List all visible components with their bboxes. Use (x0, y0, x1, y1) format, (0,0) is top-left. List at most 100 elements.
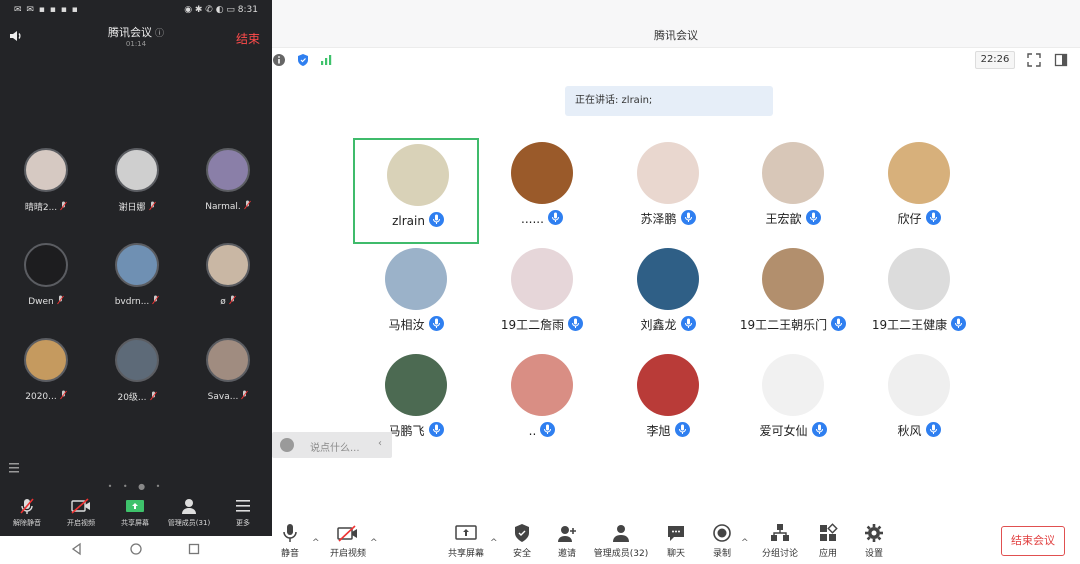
active-speaker-tile[interactable]: zlrain (353, 138, 479, 244)
phone-participant-tile[interactable]: ø (183, 235, 272, 315)
avatar (385, 354, 447, 416)
participant-name: 王宏歆 (730, 210, 856, 227)
phone-participant-tile[interactable]: Dwen (1, 235, 91, 315)
participant-tile[interactable]: 秋风 (856, 350, 982, 456)
phone-end-button[interactable]: 结束 (236, 30, 260, 47)
chat-input-bubble[interactable]: 说点什么... ‹ (272, 432, 392, 458)
end-meeting-button[interactable]: 结束会议 (1001, 526, 1065, 556)
participant-tile[interactable]: .. (479, 350, 605, 456)
participant-tile[interactable]: 19工二王健康 (856, 244, 982, 350)
start-video-button[interactable]: 开启视频 (328, 522, 368, 562)
avatar (511, 354, 573, 416)
desktop-meeting-window: 腾讯会议 22:26 正在讲话: zlrain; zlrain...... 苏泽鹏… (272, 0, 1080, 564)
mic-status-icon (428, 316, 444, 331)
menu-icon (236, 500, 250, 512)
share-screen-label: 共享屏幕 (447, 549, 484, 559)
mic-status-icon (428, 422, 444, 437)
page-indicator[interactable]: • • ● • (0, 482, 272, 491)
mic-muted-icon (149, 391, 157, 401)
list-icon[interactable] (6, 460, 22, 476)
signal-icon[interactable] (319, 53, 333, 67)
home-nav-icon[interactable] (129, 542, 143, 556)
shield-icon[interactable] (296, 53, 310, 67)
mic-muted-icon (152, 295, 160, 305)
avatar (762, 354, 824, 416)
more-button[interactable]: 更多 (216, 494, 270, 534)
manage-members-button[interactable]: 管理成员(31) (162, 494, 216, 534)
mute-label: 静音 (280, 549, 299, 559)
info-icon[interactable]: ⓘ (155, 29, 164, 39)
unmute-label: 解除静音 (13, 519, 41, 527)
apps-button[interactable]: 应用 (814, 522, 842, 562)
collapse-chat-icon[interactable]: ‹ (378, 438, 382, 449)
participant-name-text: 19工二王健康 (871, 318, 948, 332)
mute-options-caret[interactable]: ^ (312, 538, 320, 548)
manage-members-button[interactable]: 管理成员(32) (592, 522, 650, 562)
android-nav-bar (0, 536, 272, 564)
avatar (511, 248, 573, 310)
phone-participant-tile[interactable]: bvdrn... (92, 235, 182, 315)
participant-name-text: Dwen (28, 297, 54, 307)
phone-participant-tile[interactable]: Narmal. (183, 140, 272, 220)
emoji-icon[interactable] (280, 438, 294, 452)
participant-tile[interactable]: 马相汝 (353, 244, 479, 350)
invite-button[interactable]: 邀请 (552, 522, 582, 562)
back-nav-icon[interactable] (70, 542, 84, 556)
participant-name-text: 爱可女仙 (759, 424, 808, 438)
chat-button[interactable]: 聊天 (662, 522, 690, 562)
participant-name: .. (479, 422, 605, 438)
video-options-caret[interactable]: ^ (370, 538, 378, 548)
avatar (206, 243, 250, 287)
participant-name: ø (183, 295, 272, 307)
participant-tile[interactable]: 欣仔 (856, 138, 982, 244)
participant-tile[interactable]: 刘鑫龙 (605, 244, 731, 350)
participant-name-text: ...... (521, 212, 544, 226)
participant-name: Sava... (183, 390, 272, 402)
chat-placeholder: 说点什么... (310, 443, 360, 454)
phone-participant-tile[interactable]: 20级... (92, 330, 182, 410)
mic-icon (283, 524, 297, 542)
participant-tile[interactable]: 19工二王朝乐门 (730, 244, 856, 350)
avatar (637, 248, 699, 310)
share-options-caret[interactable]: ^ (490, 538, 498, 548)
avatar (115, 148, 159, 192)
participant-tile[interactable]: 苏泽鹏 (605, 138, 731, 244)
record-options-caret[interactable]: ^ (741, 538, 749, 548)
participant-name-text: 马鹏飞 (388, 424, 425, 438)
breakout-button[interactable]: 分组讨论 (758, 522, 802, 562)
avatar (206, 148, 250, 192)
sidebar-toggle-icon[interactable] (1054, 53, 1068, 67)
phone-participant-tile[interactable]: Sava... (183, 330, 272, 410)
recents-nav-icon[interactable] (187, 542, 201, 556)
mic-muted-icon (241, 390, 249, 400)
settings-button[interactable]: 设置 (860, 522, 888, 562)
participant-tile[interactable]: 19工二詹雨 (479, 244, 605, 350)
start-video-label: 开启视频 (329, 549, 366, 559)
participant-tile[interactable]: 王宏歆 (730, 138, 856, 244)
share-screen-icon (455, 525, 477, 540)
share-screen-button[interactable]: 共享屏幕 (444, 522, 488, 562)
participant-tile[interactable]: 李旭 (605, 350, 731, 456)
fullscreen-icon[interactable] (1027, 53, 1041, 67)
record-button[interactable]: 录制 (708, 522, 736, 562)
share-screen-button[interactable]: 共享屏幕 (108, 494, 162, 534)
participant-tile[interactable]: ...... (479, 138, 605, 244)
mute-button[interactable]: 静音 (275, 522, 305, 562)
start-video-button[interactable]: 开启视频 (54, 494, 108, 534)
phone-participant-tile[interactable]: 谢日娜 (92, 140, 182, 220)
unmute-button[interactable]: 解除静音 (0, 494, 54, 534)
participant-name: ...... (479, 210, 605, 226)
info-icon[interactable] (272, 53, 286, 67)
avatar (888, 248, 950, 310)
avatar (387, 144, 449, 206)
participant-name: 谢日娜 (92, 200, 182, 213)
phone-participant-tile[interactable]: 2020... (1, 330, 91, 410)
participant-name-text: Sava... (207, 392, 239, 402)
security-button[interactable]: 安全 (508, 522, 536, 562)
speaking-indicator: 正在讲话: zlrain; (565, 86, 773, 116)
participant-name-text: 刘鑫龙 (640, 318, 677, 332)
phone-participant-tile[interactable]: 晴晴2... (1, 140, 91, 220)
participant-tile[interactable]: 爱可女仙 (730, 350, 856, 456)
mic-muted-icon (228, 295, 236, 305)
phone-elapsed-time: 01:14 (125, 40, 147, 48)
